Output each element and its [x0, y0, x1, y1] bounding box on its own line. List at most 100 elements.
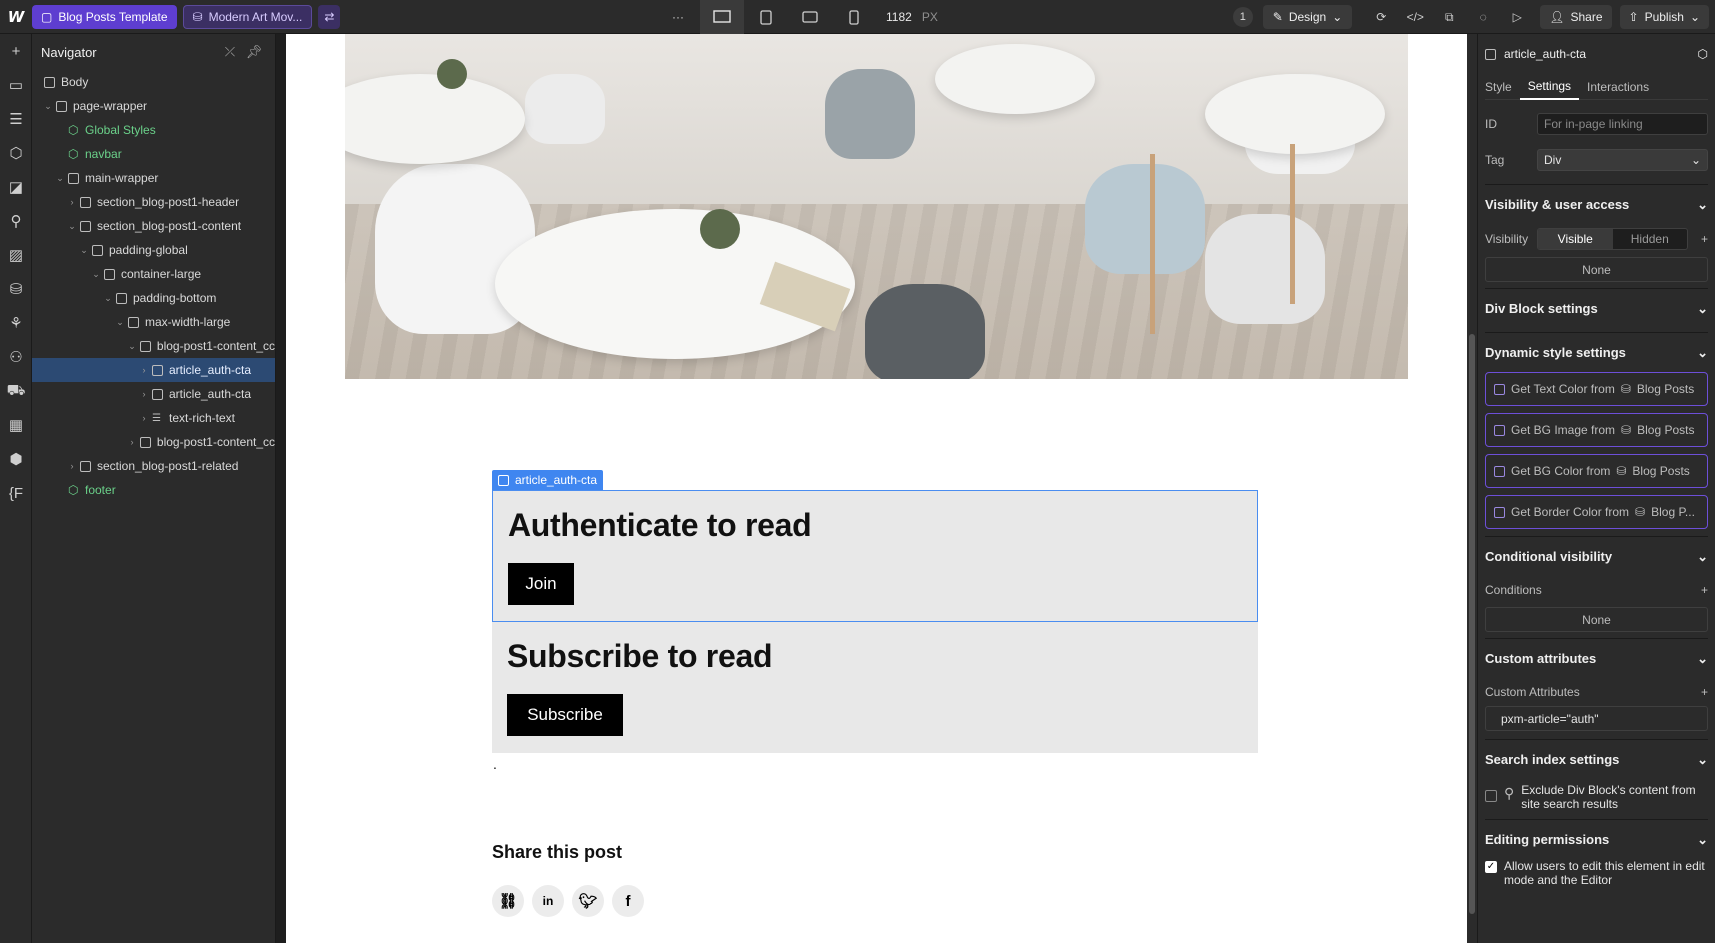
- cms-switch-button[interactable]: ⇄: [318, 4, 341, 29]
- facebook-icon[interactable]: f: [612, 885, 644, 917]
- code-icon[interactable]: </>: [1400, 5, 1430, 29]
- dynamic-border-color[interactable]: Get Border Color from ⛁ Blog P...: [1485, 495, 1708, 529]
- tree-item[interactable]: ⬡ Global Styles: [32, 118, 275, 142]
- tree-item[interactable]: ⌄ blog-post1-content_cc: [32, 334, 275, 358]
- chevron-down-icon[interactable]: ⌄: [126, 341, 138, 352]
- assets-icon[interactable]: ▨: [0, 238, 32, 272]
- tree-item[interactable]: › section_blog-post1-header: [32, 190, 275, 214]
- page-tab-blog-posts-template[interactable]: ▢ Blog Posts Template: [32, 4, 177, 29]
- chevron-down-icon[interactable]: ⌄: [114, 317, 126, 328]
- collapse-icon[interactable]: ⤫: [218, 44, 242, 60]
- blog-hero-image[interactable]: [345, 34, 1408, 379]
- component-create-icon[interactable]: ⬡: [1698, 47, 1708, 61]
- comment-icon[interactable]: ◌: [1468, 5, 1498, 29]
- pages-icon[interactable]: ▭: [0, 68, 32, 102]
- tree-item[interactable]: Body: [32, 70, 275, 94]
- dynamic-section-header[interactable]: Dynamic style settings ⌄: [1485, 332, 1708, 372]
- apps-icon[interactable]: ▦: [0, 408, 32, 442]
- subscribe-button[interactable]: Subscribe: [507, 694, 623, 736]
- visibility-section-header[interactable]: Visibility & user access ⌄: [1485, 184, 1708, 224]
- chevron-right-icon[interactable]: ›: [138, 365, 150, 375]
- components-icon[interactable]: ⬡: [0, 136, 32, 170]
- tag-select[interactable]: Div ⌄: [1537, 149, 1708, 171]
- chevron-right-icon[interactable]: ›: [66, 461, 78, 471]
- rich-text-content[interactable]: .: [493, 756, 497, 772]
- tree-item-selected[interactable]: › article_auth-cta: [32, 358, 275, 382]
- editing-section-header[interactable]: Editing permissions ⌄: [1485, 819, 1708, 859]
- chevron-right-icon[interactable]: ›: [138, 389, 150, 399]
- search-section-header[interactable]: Search index settings ⌄: [1485, 739, 1708, 779]
- ecommerce-icon[interactable]: ⛟: [0, 374, 32, 408]
- tablet-breakpoint-button[interactable]: [744, 0, 788, 34]
- tree-item[interactable]: ⌄ container-large: [32, 262, 275, 286]
- chevron-down-icon[interactable]: ⌄: [90, 269, 102, 280]
- auth-cta-block[interactable]: Authenticate to read Join: [492, 490, 1258, 622]
- pin-icon[interactable]: 📌︎: [242, 44, 266, 60]
- plus-icon[interactable]: +: [1701, 583, 1708, 597]
- publish-button[interactable]: ⇧ Publish ⌄: [1619, 5, 1709, 29]
- tree-item[interactable]: ⬡ footer: [32, 478, 275, 502]
- chevron-down-icon[interactable]: ⌄: [54, 173, 66, 184]
- editing-allow-checkbox[interactable]: ✓: [1485, 861, 1497, 873]
- plus-icon[interactable]: +: [1688, 232, 1708, 246]
- finsweet-icon[interactable]: {F: [0, 476, 32, 510]
- sync-icon[interactable]: ⟳: [1366, 5, 1396, 29]
- subscribe-cta-block[interactable]: Subscribe to read Subscribe: [492, 622, 1258, 753]
- search-exclude-checkbox[interactable]: [1485, 790, 1497, 802]
- selected-element-tag[interactable]: article_auth-cta: [492, 470, 604, 490]
- tab-style[interactable]: Style: [1485, 74, 1520, 100]
- users-icon[interactable]: ⚇: [0, 340, 32, 374]
- tree-item[interactable]: ⌄ main-wrapper: [32, 166, 275, 190]
- scrollbar-thumb[interactable]: [1469, 334, 1475, 914]
- tree-item[interactable]: › ☰ text-rich-text: [32, 406, 275, 430]
- link-icon[interactable]: ⛓: [492, 885, 524, 917]
- libraries-icon[interactable]: ⬢: [0, 442, 32, 476]
- canvas-scrollbar[interactable]: [1467, 34, 1477, 943]
- desktop-breakpoint-button[interactable]: [700, 0, 744, 34]
- mode-dropdown[interactable]: ✎ Design ⌄: [1262, 5, 1353, 29]
- dynamic-bg-color[interactable]: Get BG Color from ⛁ Blog Posts: [1485, 454, 1708, 488]
- visibility-none[interactable]: None: [1485, 257, 1708, 282]
- tree-item[interactable]: ⬡ navbar: [32, 142, 275, 166]
- id-input[interactable]: For in-page linking: [1537, 113, 1708, 135]
- conditions-none[interactable]: None: [1485, 607, 1708, 632]
- tree-item[interactable]: ⌄ section_blog-post1-content: [32, 214, 275, 238]
- mobile-breakpoint-button[interactable]: [832, 0, 876, 34]
- chevron-right-icon[interactable]: ›: [66, 197, 78, 207]
- tree-item[interactable]: › article_auth-cta: [32, 382, 275, 406]
- chevron-down-icon[interactable]: ⌄: [42, 101, 54, 112]
- landscape-breakpoint-button[interactable]: [788, 0, 832, 34]
- twitter-icon[interactable]: 🐦︎: [572, 885, 604, 917]
- tree-item[interactable]: ⌄ padding-bottom: [32, 286, 275, 310]
- tree-item[interactable]: ⌄ padding-global: [32, 238, 275, 262]
- logic-icon[interactable]: ⚘: [0, 306, 32, 340]
- tab-settings[interactable]: Settings: [1519, 74, 1580, 100]
- preview-play-icon[interactable]: ▷: [1502, 5, 1532, 29]
- chevron-right-icon[interactable]: ›: [126, 437, 138, 447]
- export-icon[interactable]: ⧉: [1434, 5, 1464, 29]
- cms-icon[interactable]: ⛁: [0, 272, 32, 306]
- chevron-right-icon[interactable]: ›: [138, 413, 150, 423]
- webflow-logo[interactable]: W: [0, 0, 32, 34]
- join-button[interactable]: Join: [508, 563, 574, 605]
- collaborators-count[interactable]: 1: [1232, 7, 1253, 27]
- chevron-down-icon[interactable]: ⌄: [66, 221, 78, 232]
- chevron-down-icon[interactable]: ⌄: [102, 293, 114, 304]
- share-button[interactable]: 👤︎ Share: [1540, 5, 1612, 29]
- chevron-down-icon[interactable]: ⌄: [78, 245, 90, 256]
- design-canvas[interactable]: article_auth-cta Authenticate to read Jo…: [286, 34, 1467, 943]
- more-icon[interactable]: ···: [656, 0, 700, 34]
- tree-item[interactable]: ⌄ max-width-large: [32, 310, 275, 334]
- divblock-section-header[interactable]: Div Block settings ⌄: [1485, 288, 1708, 328]
- conditional-section-header[interactable]: Conditional visibility ⌄: [1485, 536, 1708, 576]
- custom-attr-section-header[interactable]: Custom attributes ⌄: [1485, 638, 1708, 678]
- tab-interactions[interactable]: Interactions: [1579, 74, 1657, 100]
- add-elements-icon[interactable]: +: [0, 34, 32, 68]
- tree-item[interactable]: › section_blog-post1-related: [32, 454, 275, 478]
- plus-icon[interactable]: +: [1701, 685, 1708, 699]
- tree-item[interactable]: ⌄ page-wrapper: [32, 94, 275, 118]
- linkedin-icon[interactable]: in: [532, 885, 564, 917]
- navigator-icon[interactable]: ☰: [0, 102, 32, 136]
- dynamic-text-color[interactable]: Get Text Color from ⛁ Blog Posts: [1485, 372, 1708, 406]
- custom-attr-item[interactable]: pxm-article="auth": [1485, 706, 1708, 731]
